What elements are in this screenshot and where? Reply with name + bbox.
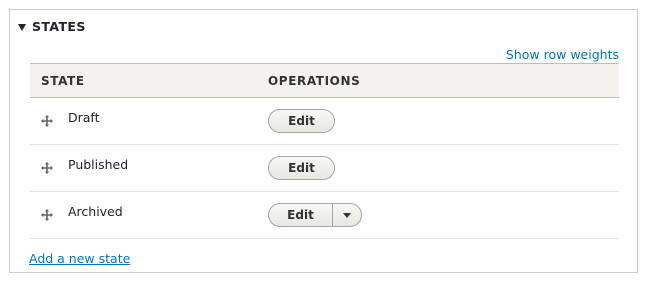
column-header-operations: OPERATIONS bbox=[268, 73, 361, 88]
table-row: Published Edit bbox=[30, 145, 619, 192]
drag-handle-icon[interactable] bbox=[40, 208, 54, 222]
state-cell: Archived bbox=[30, 204, 257, 222]
state-label: Archived bbox=[68, 203, 123, 219]
edit-button[interactable]: Edit bbox=[269, 204, 333, 226]
fieldset-title: STATES bbox=[32, 19, 86, 34]
chevron-down-icon bbox=[343, 212, 351, 218]
table-row: Archived Edit bbox=[30, 192, 619, 239]
state-label: Published bbox=[68, 156, 129, 172]
drag-handle-icon[interactable] bbox=[40, 114, 54, 128]
collapse-triangle-icon bbox=[18, 23, 26, 31]
table-row: Draft Edit bbox=[30, 98, 619, 145]
edit-button[interactable]: Edit bbox=[268, 109, 335, 133]
operations-cell: Edit bbox=[257, 156, 335, 180]
states-table: STATE OPERATIONS Draft Edit Published Ed… bbox=[30, 63, 619, 239]
edit-dropbutton: Edit bbox=[268, 203, 362, 227]
table-header: STATE OPERATIONS bbox=[30, 63, 619, 98]
edit-button[interactable]: Edit bbox=[268, 156, 335, 180]
drag-handle-icon[interactable] bbox=[40, 161, 54, 175]
dropbutton-toggle[interactable] bbox=[333, 204, 361, 226]
state-cell: Published bbox=[30, 157, 257, 175]
states-legend-toggle[interactable]: STATES bbox=[18, 19, 86, 34]
state-cell: Draft bbox=[30, 110, 257, 128]
states-fieldset: STATES Show row weights STATE OPERATIONS… bbox=[9, 9, 638, 273]
operations-cell: Edit bbox=[257, 203, 362, 227]
add-new-state-link[interactable]: Add a new state bbox=[29, 251, 130, 266]
state-label: Draft bbox=[68, 109, 100, 125]
operations-cell: Edit bbox=[257, 109, 335, 133]
column-header-state: STATE bbox=[41, 73, 85, 88]
show-row-weights-link[interactable]: Show row weights bbox=[506, 47, 619, 62]
